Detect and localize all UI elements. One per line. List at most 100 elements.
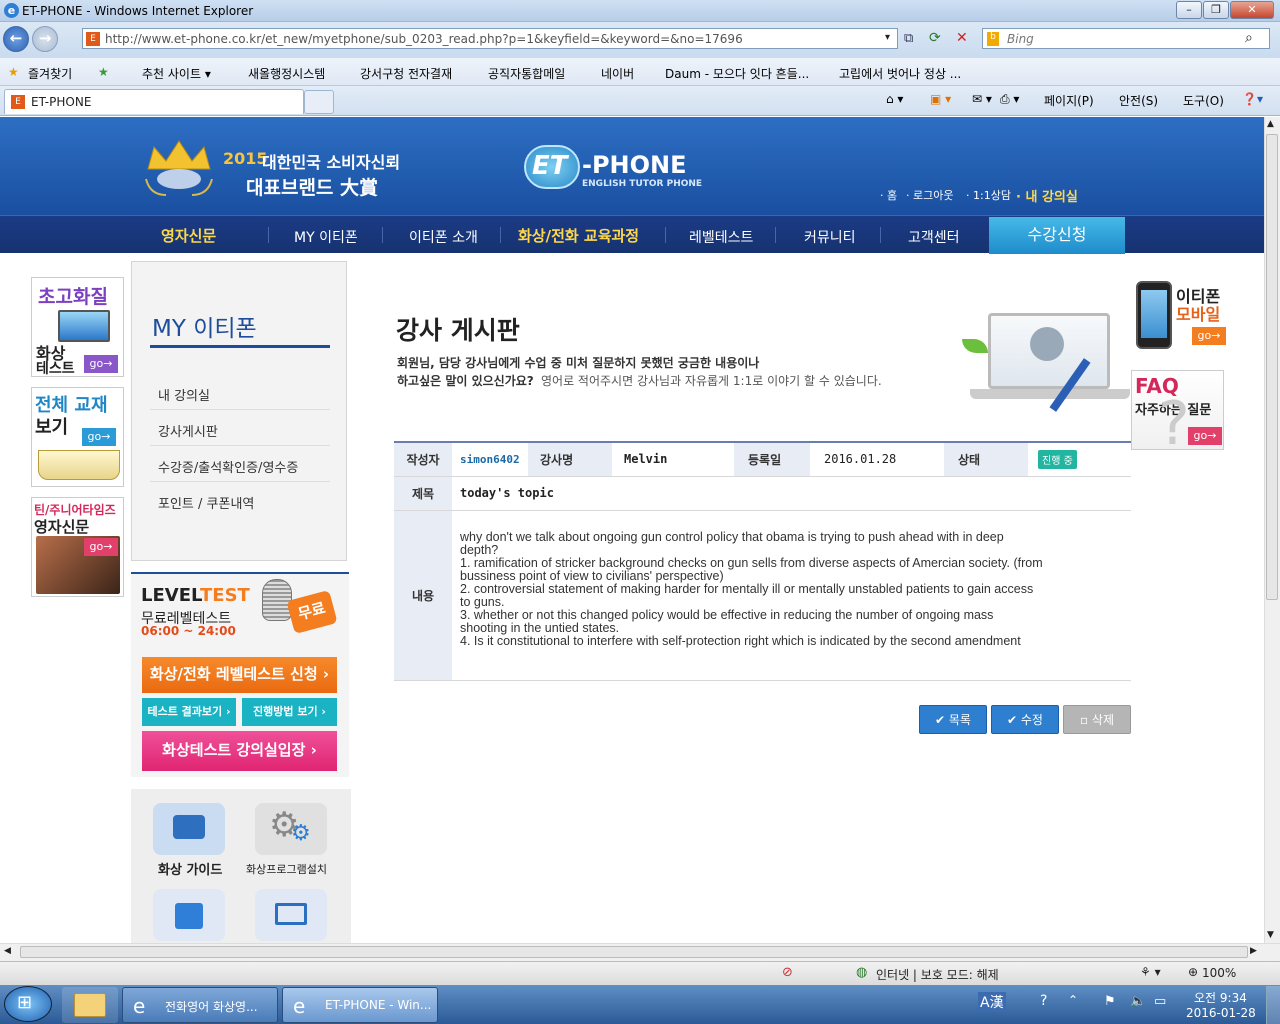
banner-textbook[interactable]: 전체 교재 보기 go→ <box>31 387 124 487</box>
side-link-certificates[interactable]: 수강증/출석확인증/영수증 <box>158 457 298 476</box>
vertical-scroll-thumb[interactable] <box>1266 134 1278 600</box>
test-result-button[interactable]: 테스트 결과보기 › <box>142 698 236 726</box>
back-button[interactable]: ← <box>3 26 29 52</box>
label-subject: 제목 <box>394 476 452 511</box>
zoom-level[interactable]: 100% <box>1202 966 1236 980</box>
refresh-icon[interactable]: ⟳ <box>929 30 941 46</box>
side-link-points[interactable]: 포인트 / 쿠폰내역 <box>158 493 254 512</box>
menu-newspaper[interactable]: 영자신문 <box>161 225 216 246</box>
menu-about[interactable]: 이티폰 소개 <box>409 227 478 247</box>
taskbar-item-2[interactable]: e ET-PHONE - Win... <box>282 987 438 1023</box>
scroll-up-icon[interactable]: ▲ <box>1267 119 1274 129</box>
close-button[interactable]: ✕ <box>1230 1 1274 19</box>
test-howto-button[interactable]: 진행방법 보기 › <box>242 698 337 726</box>
popup-blocker-icon[interactable]: ⊘ <box>782 965 793 980</box>
help-tray-icon[interactable]: ? <box>1040 993 1047 1009</box>
toplink-consult[interactable]: · 1:1상담 <box>966 187 1011 203</box>
safety-menu[interactable]: 안전(S) <box>1119 92 1158 109</box>
page-menu[interactable]: 페이지(P) <box>1044 92 1094 109</box>
stop-icon[interactable]: ✕ <box>956 30 968 46</box>
explorer-taskbar-button[interactable] <box>62 987 118 1023</box>
zoom-icon[interactable]: ⊕ <box>1188 965 1198 979</box>
site-favicon: E <box>86 32 100 46</box>
enroll-button[interactable]: 수강신청 <box>989 217 1125 254</box>
pc-check-button[interactable] <box>255 889 327 941</box>
mobile-banner[interactable]: 이티폰 모바일 go→ <box>1132 277 1226 357</box>
checklist-button[interactable] <box>153 889 225 941</box>
ime-icon[interactable]: A漢 <box>978 992 1006 1012</box>
fav-item-7[interactable]: 고립에서 벗어나 정상 ... <box>839 65 961 82</box>
compat-view-icon[interactable]: ⧉ <box>904 31 913 46</box>
dropdown-icon[interactable]: ▾ <box>885 32 890 43</box>
toplink-home[interactable]: · 홈 <box>880 187 897 203</box>
minimize-button[interactable]: – <box>1176 1 1202 19</box>
protected-mode-icon[interactable]: ⚘ ▾ <box>1140 965 1161 979</box>
fav-item-4[interactable]: 공직자통합메일 <box>488 65 565 82</box>
network-icon[interactable]: ▭ <box>1154 994 1166 1009</box>
scroll-down-icon[interactable]: ▼ <box>1267 930 1274 940</box>
delete-button[interactable]: ▫ 삭제 <box>1063 705 1131 734</box>
help-icon[interactable]: ❓▾ <box>1242 92 1263 106</box>
scroll-right-icon[interactable]: ▶ <box>1250 946 1257 956</box>
fav-item-3[interactable]: 강서구청 전자결재 <box>360 65 452 82</box>
feeds-icon[interactable]: ▣ ▾ <box>930 92 951 106</box>
show-desktop-button[interactable] <box>1266 986 1280 1024</box>
new-tab-button[interactable] <box>304 90 334 114</box>
program-install-button[interactable]: ⚙ ⚙ <box>255 803 327 855</box>
home-icon[interactable]: ⌂ ▾ <box>886 92 903 106</box>
favorites-star-icon[interactable]: ★ <box>8 65 19 79</box>
fav-item-5[interactable]: 네이버 <box>601 65 634 82</box>
faq-go[interactable]: go→ <box>1188 427 1222 445</box>
laptop-illustration <box>970 309 1130 401</box>
tray-chevron-icon[interactable]: ⌃ <box>1068 993 1078 1007</box>
add-favorite-icon[interactable]: ★ <box>98 65 109 79</box>
fav-item-2[interactable]: 새올행정시스템 <box>248 65 325 82</box>
mail-icon[interactable]: ✉ ▾ <box>972 92 992 106</box>
menu-community[interactable]: 커뮤니티 <box>804 227 856 247</box>
print-icon[interactable]: ⎙ ▾ <box>1000 92 1019 107</box>
video-test-enter-button[interactable]: 화상테스트 강의실입장 › <box>142 731 337 771</box>
edit-button[interactable]: ✔ 수정 <box>991 705 1059 734</box>
menu-level-test[interactable]: 레벨테스트 <box>689 227 753 247</box>
favorites-button[interactable]: 즐겨찾기 <box>28 65 72 82</box>
address-bar[interactable]: E http://www.et-phone.co.kr/et_new/myetp… <box>82 28 898 49</box>
scroll-left-icon[interactable]: ◀ <box>4 946 11 956</box>
etphone-logo[interactable]: ET -PHONE ENGLISH TUTOR PHONE <box>522 141 712 193</box>
clock-date[interactable]: 2016-01-28 <box>1186 1006 1256 1020</box>
menu-support[interactable]: 고객센터 <box>908 227 960 247</box>
menu-courses[interactable]: 화상/전화 교육과정 <box>518 225 639 246</box>
banner-hd-go[interactable]: go→ <box>84 355 118 373</box>
menu-my-etphone[interactable]: MY 이티폰 <box>294 227 358 247</box>
faq-banner[interactable]: FAQ 자주하는 질문 ? go→ <box>1131 370 1224 459</box>
banner-textbook-go[interactable]: go→ <box>82 428 116 446</box>
horizontal-scroll-thumb[interactable] <box>20 946 1248 958</box>
banner-news-go[interactable]: go→ <box>84 538 118 556</box>
side-link-teacher-board[interactable]: 강사게시판 <box>158 421 218 440</box>
tab-et-phone[interactable]: E ET-PHONE <box>4 89 304 114</box>
clock-time[interactable]: 오전 9:34 <box>1194 989 1247 1006</box>
fav-item-6[interactable]: Daum - 모으다 잇다 흔들... <box>665 65 809 82</box>
list-button[interactable]: ✔ 목록 <box>919 705 987 734</box>
ie-task-icon: e <box>293 994 306 1018</box>
banner-newspaper[interactable]: 틴/주니어타임즈 영자신문 go→ <box>31 497 124 597</box>
toplink-myclass[interactable]: · 내 강의실 <box>1016 186 1078 205</box>
search-icon[interactable]: ⌕ <box>1245 30 1253 46</box>
level-title-a: LEVEL <box>141 585 203 606</box>
mobile-go[interactable]: go→ <box>1192 327 1226 345</box>
toplink-logout[interactable]: · 로그아웃 <box>906 187 953 203</box>
label-date: 등록일 <box>734 442 810 477</box>
tools-menu[interactable]: 도구(O) <box>1183 92 1224 109</box>
search-input[interactable]: b Bing ⌕ <box>982 28 1270 49</box>
volume-icon[interactable]: 🔈 <box>1130 994 1146 1009</box>
flag-icon[interactable]: ⚑ <box>1104 994 1116 1009</box>
video-guide-button[interactable] <box>153 803 225 855</box>
banner-hd-test[interactable]: 초고화질 화상 테스트 go→ <box>31 277 124 377</box>
fav-item-1[interactable]: 추천 사이트 ▾ <box>142 65 211 82</box>
side-link-myclass[interactable]: 내 강의실 <box>158 385 210 404</box>
zone-text: 인터넷 | 보호 모드: 해제 <box>876 968 999 982</box>
level-test-apply-button[interactable]: 화상/전화 레벨테스트 신청 › <box>142 657 337 693</box>
toplink-consult-label: 1:1상담 <box>973 189 1011 202</box>
forward-button[interactable]: → <box>32 26 58 52</box>
taskbar-item-1[interactable]: e 전화영어 화상영... <box>122 987 278 1023</box>
maximize-button[interactable]: ❐ <box>1203 1 1229 19</box>
